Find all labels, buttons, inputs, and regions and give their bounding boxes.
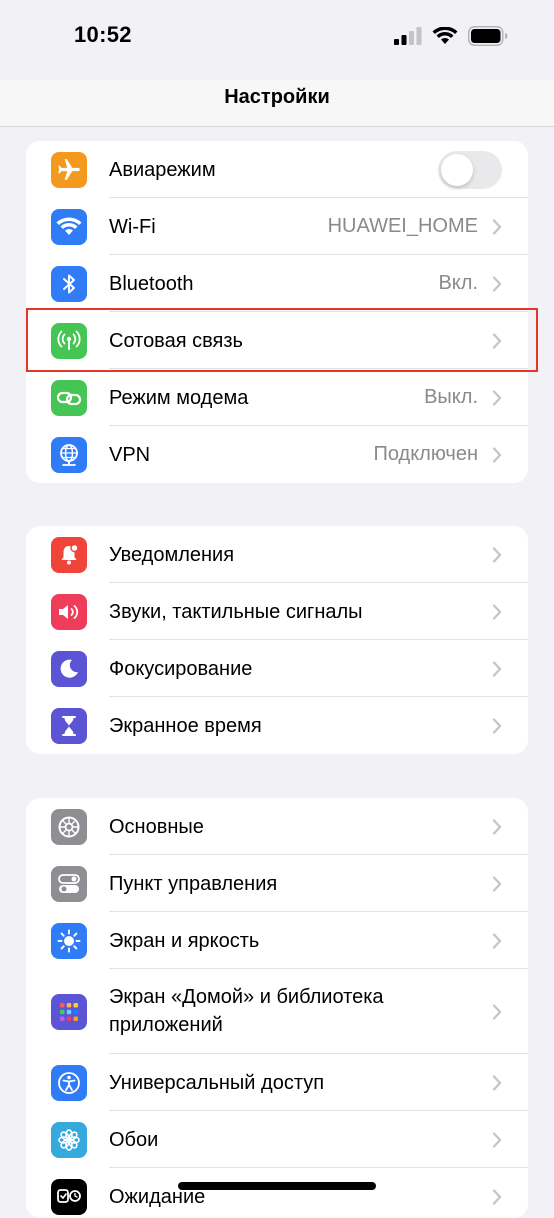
settings-row-label: Фокусирование <box>109 657 253 680</box>
antenna-icon <box>51 322 87 359</box>
toggle-knob <box>441 153 473 186</box>
settings-row-focus[interactable]: Фокусирование <box>26 640 528 697</box>
settings-row-sounds[interactable]: Звуки, тактильные сигналы <box>26 583 528 640</box>
switches-icon <box>51 865 87 902</box>
airplane-mode-toggle[interactable] <box>438 150 502 189</box>
chevron-right-icon <box>492 218 502 235</box>
hourglass-icon <box>51 707 87 744</box>
settings-row-cellular[interactable]: Сотовая связь <box>26 312 528 369</box>
chevron-right-icon <box>492 275 502 292</box>
settings-row-label: Wi-Fi <box>109 215 156 238</box>
settings-row-wifi[interactable]: Wi-Fi HUAWEI_HOME <box>26 198 528 255</box>
accessibility-icon <box>51 1064 87 1101</box>
settings-row-airplane-mode[interactable]: Авиарежим <box>26 141 528 198</box>
status-bar: 10:52 <box>0 0 554 80</box>
hotspot-chain-icon <box>51 379 87 416</box>
settings-row-label: Авиарежим <box>109 158 216 181</box>
chevron-right-icon <box>492 1131 502 1148</box>
chevron-right-icon <box>492 818 502 835</box>
bell-icon <box>51 536 87 573</box>
standby-icon <box>51 1178 87 1215</box>
settings-row-personal-hotspot[interactable]: Режим модема Выкл. <box>26 369 528 426</box>
settings-row-label-multiline: Экран «Домой» и библиотека приложений <box>109 983 384 1039</box>
navigation-bar: Настройки <box>0 80 554 127</box>
settings-row-value: Вкл. <box>438 272 478 294</box>
chevron-right-icon <box>492 875 502 892</box>
settings-row-general[interactable]: Основные <box>26 798 528 855</box>
settings-row-label: Обои <box>109 1128 159 1151</box>
airplane-icon <box>51 151 87 188</box>
status-icons <box>394 26 508 46</box>
chevron-right-icon <box>492 1003 502 1020</box>
chevron-right-icon <box>492 389 502 406</box>
home-indicator[interactable] <box>178 1182 376 1190</box>
settings-row-label: Основные <box>109 815 204 838</box>
settings-row-home-screen[interactable]: Экран «Домой» и библиотека приложений <box>26 969 528 1054</box>
chevron-right-icon <box>492 332 502 349</box>
chevron-right-icon <box>492 446 502 463</box>
label-line-1: Экран «Домой» и библиотека <box>109 986 384 1008</box>
settings-row-label: VPN <box>109 443 151 466</box>
settings-row-label: Bluetooth <box>109 272 194 295</box>
chevron-right-icon <box>492 660 502 677</box>
settings-row-label: Экранное время <box>109 714 262 737</box>
settings-row-control-center[interactable]: Пункт управления <box>26 855 528 912</box>
battery-icon <box>468 26 508 46</box>
settings-row-notifications[interactable]: Уведомления <box>26 526 528 583</box>
flower-icon <box>51 1121 87 1158</box>
page-title: Настройки <box>224 86 330 108</box>
wifi-icon <box>51 208 87 245</box>
chevron-right-icon <box>492 603 502 620</box>
chevron-right-icon <box>492 1188 502 1205</box>
settings-row-label: Режим модема <box>109 386 249 409</box>
settings-group-general: Основные Пункт управления Экран и яркост… <box>26 798 528 1218</box>
settings-row-value: Подключен <box>373 443 478 465</box>
chevron-right-icon <box>492 932 502 949</box>
settings-row-value: HUAWEI_HOME <box>327 215 478 237</box>
settings-group-notifications: Уведомления Звуки, тактильные сигналы Фо… <box>26 526 528 754</box>
globe-icon <box>51 436 87 473</box>
chevron-right-icon <box>492 717 502 734</box>
settings-row-label: Уведомления <box>109 543 235 566</box>
settings-row-label: Звуки, тактильные сигналы <box>109 600 363 623</box>
settings-row-value: Выкл. <box>424 386 478 408</box>
settings-row-bluetooth[interactable]: Bluetooth Вкл. <box>26 255 528 312</box>
label-line-2: приложений <box>109 1014 223 1036</box>
app-grid-icon <box>51 993 87 1030</box>
wifi-icon <box>432 27 458 44</box>
settings-group-connectivity: Авиарежим Wi-Fi HUAWEI_HOME Bluetooth Вк… <box>26 141 528 483</box>
settings-row-label: Экран и яркость <box>109 929 260 952</box>
settings-row-label: Универсальный доступ <box>109 1071 325 1094</box>
settings-row-wallpaper[interactable]: Обои <box>26 1111 528 1168</box>
status-time: 10:52 <box>74 22 132 47</box>
chevron-right-icon <box>492 1074 502 1091</box>
sun-icon <box>51 922 87 959</box>
settings-row-display-brightness[interactable]: Экран и яркость <box>26 912 528 969</box>
settings-row-vpn[interactable]: VPN Подключен <box>26 426 528 483</box>
settings-row-standby[interactable]: Ожидание <box>26 1168 528 1218</box>
settings-row-accessibility[interactable]: Универсальный доступ <box>26 1054 528 1111</box>
speaker-icon <box>51 593 87 630</box>
settings-row-label: Сотовая связь <box>109 329 243 352</box>
moon-icon <box>51 650 87 687</box>
bluetooth-icon <box>51 265 87 302</box>
settings-row-screen-time[interactable]: Экранное время <box>26 697 528 754</box>
chevron-right-icon <box>492 546 502 563</box>
gear-icon <box>51 808 87 845</box>
settings-row-label: Пункт управления <box>109 872 278 895</box>
cellular-signal-icon <box>394 27 422 45</box>
